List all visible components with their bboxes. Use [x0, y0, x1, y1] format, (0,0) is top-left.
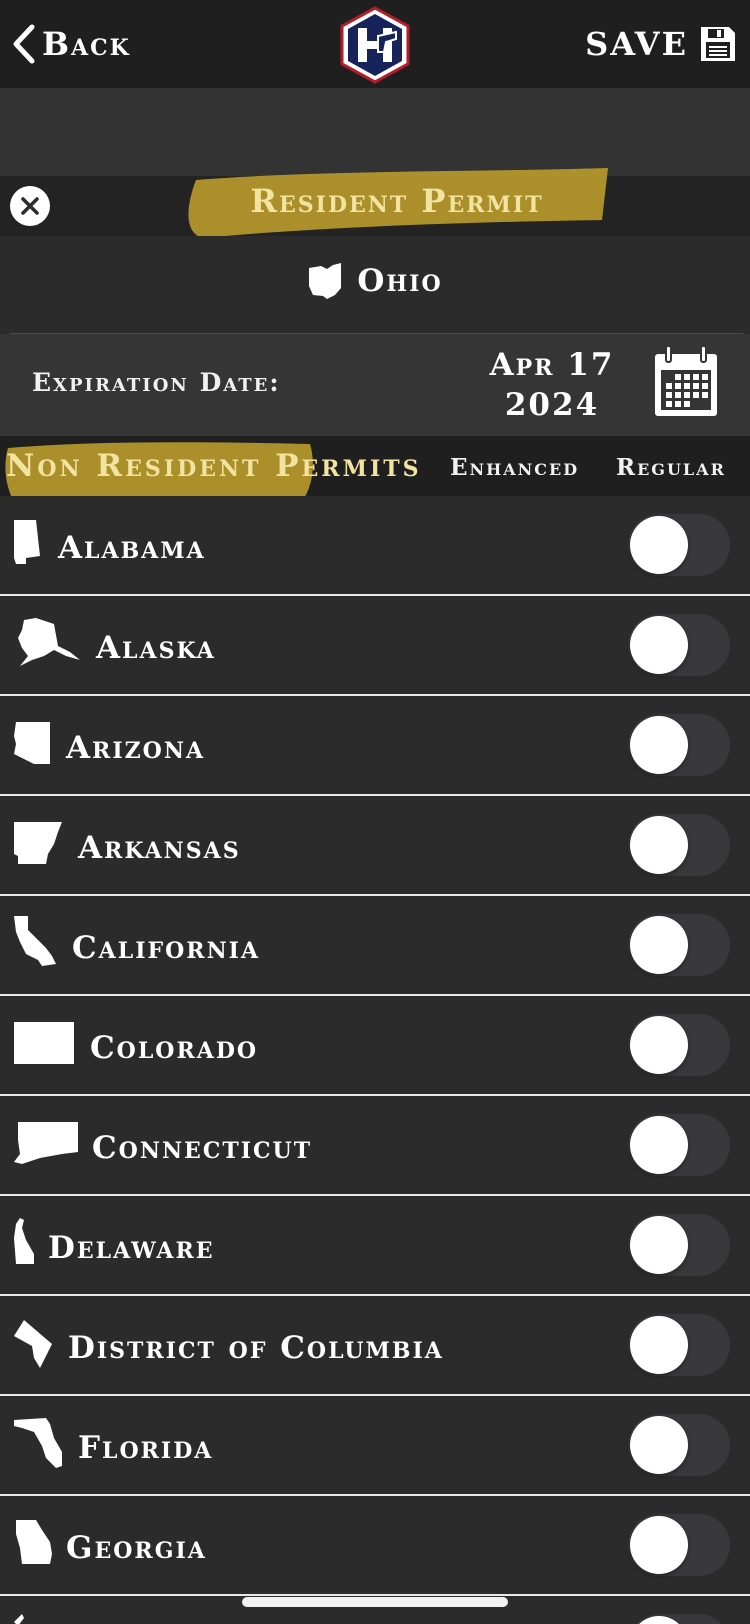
regular-permit-toggle[interactable]: [628, 614, 730, 676]
floppy-disk-icon: [701, 27, 735, 61]
resident-permit-title: Resident Permit: [250, 182, 544, 220]
save-button[interactable]: SAVE: [585, 20, 738, 68]
state-list: Alabama Alaska Arizona Arkansas Californ…: [0, 496, 750, 1624]
state-row-connecticut[interactable]: Connecticut: [0, 1096, 750, 1196]
regular-permit-toggle[interactable]: [628, 1114, 730, 1176]
regular-permit-toggle[interactable]: [628, 1614, 730, 1624]
back-button[interactable]: Back: [10, 20, 131, 68]
expiration-date[interactable]: Apr 17 2024: [470, 345, 634, 425]
regular-permit-toggle[interactable]: [628, 1414, 730, 1476]
state-row-florida[interactable]: Florida: [0, 1396, 750, 1496]
connecticut-state-icon: [14, 1122, 78, 1164]
state-name: California: [72, 930, 261, 966]
app-logo: [340, 6, 410, 84]
regular-permit-toggle[interactable]: [628, 914, 730, 976]
district-of-columbia-icon: [14, 1320, 52, 1368]
column-header-regular: Regular: [616, 454, 726, 481]
toggle-knob: [630, 1216, 688, 1274]
state-row-arkansas[interactable]: Arkansas: [0, 796, 750, 896]
toggle-knob: [630, 516, 688, 574]
close-icon: [21, 197, 39, 215]
state-name: Alabama: [58, 530, 206, 566]
state-row-arizona[interactable]: Arizona: [0, 696, 750, 796]
toggle-knob: [630, 1116, 688, 1174]
toggle-knob: [630, 616, 688, 674]
state-row-california[interactable]: California: [0, 896, 750, 996]
state-name: Alaska: [96, 630, 216, 666]
state-icon: [14, 1614, 24, 1624]
back-label: Back: [42, 25, 131, 63]
toggle-knob: [630, 716, 688, 774]
state-row-alaska[interactable]: Alaska: [0, 596, 750, 696]
regular-permit-toggle[interactable]: [628, 814, 730, 876]
state-name: Colorado: [90, 1030, 259, 1066]
state-row-colorado[interactable]: Colorado: [0, 996, 750, 1096]
toggle-knob: [630, 1416, 688, 1474]
colorado-state-icon: [14, 1022, 74, 1064]
toggle-knob: [630, 816, 688, 874]
state-row-delaware[interactable]: Delaware: [0, 1196, 750, 1296]
alaska-state-icon: [18, 618, 80, 666]
toggle-knob: [630, 1516, 688, 1574]
state-name: Georgia: [66, 1530, 207, 1566]
expiration-label: Expiration Date:: [32, 368, 281, 397]
state-name: Delaware: [48, 1230, 215, 1266]
toggle-knob: [630, 1316, 688, 1374]
regular-permit-toggle[interactable]: [628, 1314, 730, 1376]
state-row-alabama[interactable]: Alabama: [0, 496, 750, 596]
state-name: Arkansas: [78, 830, 241, 866]
regular-permit-toggle[interactable]: [628, 1514, 730, 1576]
california-state-icon: [14, 916, 56, 966]
chevron-left-icon: [13, 24, 35, 64]
save-label: SAVE: [585, 25, 688, 63]
resident-state-name: Ohio: [357, 263, 443, 299]
arkansas-state-icon: [14, 822, 62, 864]
state-name: District of Columbia: [68, 1330, 444, 1366]
toggle-knob: [630, 916, 688, 974]
column-header-enhanced: Enhanced: [450, 454, 580, 481]
alabama-state-icon: [14, 520, 40, 564]
toggle-knob: [630, 1616, 688, 1624]
regular-permit-toggle[interactable]: [628, 1214, 730, 1276]
state-row-georgia[interactable]: Georgia: [0, 1496, 750, 1596]
toggle-knob: [630, 1016, 688, 1074]
regular-permit-toggle[interactable]: [628, 514, 730, 576]
state-name: Florida: [78, 1430, 214, 1466]
calendar-icon[interactable]: [652, 344, 720, 420]
expiration-date-year: 2024: [504, 387, 600, 423]
state-name: Connecticut: [92, 1130, 313, 1166]
nonresident-title: Non Resident Permits: [6, 448, 422, 484]
close-button[interactable]: [10, 186, 50, 226]
regular-permit-toggle[interactable]: [628, 1014, 730, 1076]
florida-state-icon: [14, 1418, 62, 1468]
arizona-state-icon: [14, 722, 50, 764]
home-indicator[interactable]: [242, 1597, 508, 1607]
state-row-district-of-columbia[interactable]: District of Columbia: [0, 1296, 750, 1396]
resident-state[interactable]: Ohio: [0, 262, 750, 300]
ohio-state-icon: [309, 263, 342, 299]
regular-permit-toggle[interactable]: [628, 714, 730, 776]
header-spacer: [0, 88, 750, 176]
state-name: Arizona: [66, 730, 206, 766]
georgia-state-icon: [16, 1520, 52, 1564]
expiration-date-month-day: Apr 17: [489, 347, 615, 383]
delaware-state-icon: [14, 1218, 34, 1264]
